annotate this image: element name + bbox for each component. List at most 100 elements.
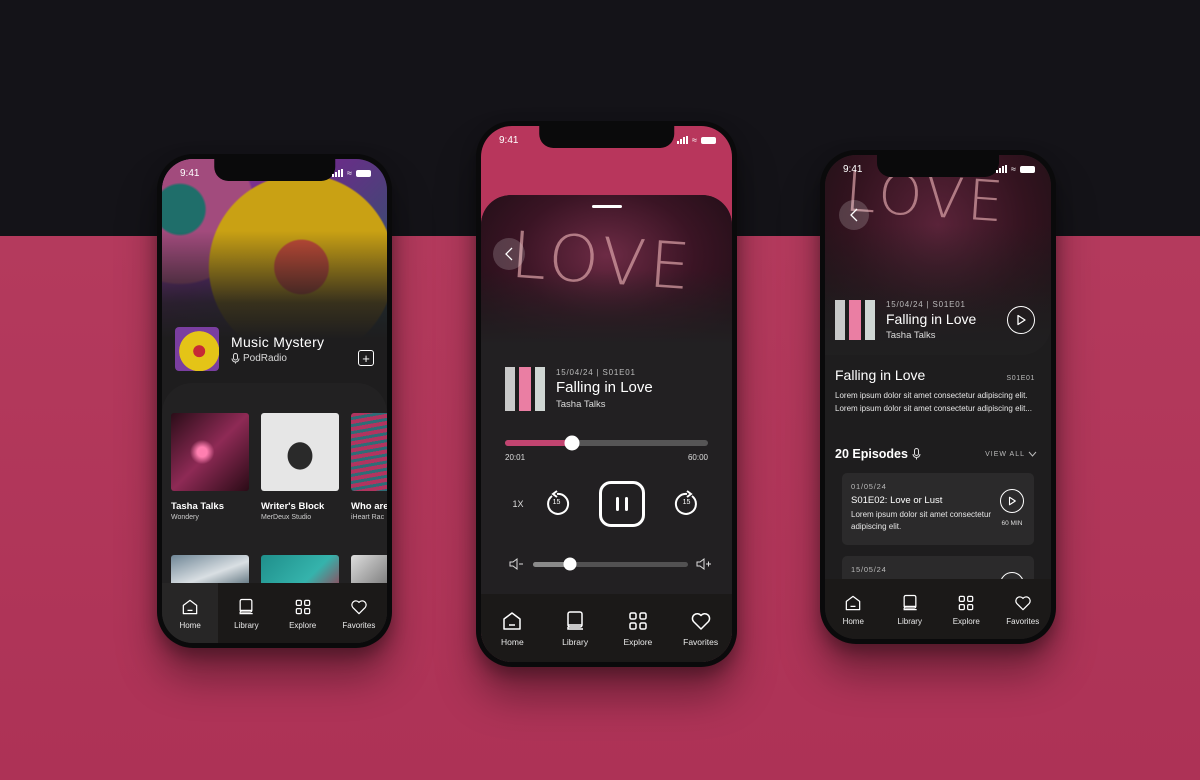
now-playing-card[interactable]: 15/04/24 | S01E01 Falling in Love Tasha …: [825, 285, 1051, 355]
signal-icon: [677, 136, 689, 144]
view-all-label: VIEW ALL: [985, 450, 1025, 458]
wifi-icon: ≈: [347, 168, 352, 178]
nav-explore-label: Explore: [952, 616, 980, 626]
add-button[interactable]: +: [358, 350, 374, 366]
explore-icon: [629, 612, 647, 630]
signal-icon: [996, 165, 1008, 173]
library-icon: [903, 594, 917, 610]
episode-play-button[interactable]: [1000, 489, 1024, 513]
episode-meta: 15/04/24 | S01E01: [556, 368, 636, 377]
nav-library[interactable]: Library: [218, 583, 274, 643]
episode-description: Lorem ipsum dolor sit amet consectetur a…: [835, 391, 1032, 413]
nav-explore[interactable]: Explore: [938, 579, 995, 639]
forward-15-button[interactable]: 15: [673, 490, 701, 518]
nav-library[interactable]: Library: [882, 579, 939, 639]
volume-control: [509, 557, 712, 571]
nav-explore[interactable]: Explore: [275, 583, 331, 643]
explore-icon: [295, 599, 310, 614]
podcast-title: Tasha Talks: [171, 501, 224, 512]
podcast-cover: [261, 413, 339, 491]
status-time: 9:41: [843, 163, 863, 175]
podcast-card[interactable]: Tasha Talks Wondery: [171, 413, 249, 521]
drag-handle[interactable]: [591, 205, 622, 208]
episode-list-desc: Lorem ipsum dolor sit amet consectetur a…: [851, 510, 992, 531]
status-bar: 9:41 ≈: [162, 159, 387, 185]
wifi-icon: ≈: [692, 135, 697, 145]
favorites-icon: [351, 599, 367, 614]
home-icon: [845, 595, 861, 610]
plus-icon: +: [362, 350, 370, 366]
episode-date: 01/05/24: [851, 482, 887, 491]
episode-code: S01E01: [1006, 375, 1035, 382]
nav-library-label: Library: [562, 637, 589, 647]
back-button[interactable]: [839, 200, 869, 230]
nav-library[interactable]: Library: [544, 594, 607, 662]
home-icon: [182, 599, 198, 614]
nav-explore-label: Explore: [623, 637, 653, 647]
progress-knob[interactable]: [564, 435, 580, 451]
episode-show: Tasha Talks: [556, 399, 606, 410]
episode-thumbnail: [505, 367, 545, 411]
episode-title: Falling in Love: [556, 379, 653, 396]
current-time: 20:01: [505, 453, 526, 462]
play-button[interactable]: [1007, 306, 1035, 334]
battery-icon: [1020, 165, 1035, 173]
phone-home: 9:41 ≈ Music Mystery PodRadio + Tasha Ta…: [157, 154, 392, 648]
featured-podcast[interactable]: Music Mystery PodRadio +: [175, 324, 374, 374]
favorites-icon: [1015, 595, 1031, 610]
podcast-cover: [171, 413, 249, 491]
now-playing-info: 15/04/24 | S01E01 Falling in Love Tasha …: [505, 367, 653, 411]
featured-thumbnail: [175, 327, 219, 371]
rewind-15-button[interactable]: 15: [543, 490, 571, 518]
episode-date: 15/05/24: [851, 565, 887, 574]
episodes-count: 20 Episodes: [835, 447, 908, 461]
view-all-link[interactable]: VIEW ALL: [985, 451, 1037, 458]
nav-home[interactable]: Home: [481, 594, 544, 662]
volume-up-icon: [696, 558, 711, 570]
player-screen: 9:41 ≈ LOVE 15/04/24 | S01E01 Falling in…: [481, 126, 732, 662]
episode-details: Falling in Love S01E01 Lorem ipsum dolor…: [835, 367, 1035, 415]
detail-title: Falling in Love: [835, 367, 926, 383]
nav-favorites[interactable]: Favorites: [331, 583, 387, 643]
signal-icon: [332, 169, 344, 177]
nav-home[interactable]: Home: [825, 579, 882, 639]
home-icon: [503, 612, 522, 630]
podcast-card[interactable]: Writer's Block MerDeux Studio: [261, 413, 339, 521]
podcast-card[interactable]: Who are iHeart Rac: [351, 413, 387, 521]
podcast-carousel[interactable]: Tasha Talks Wondery Writer's Block MerDe…: [171, 413, 387, 521]
volume-knob[interactable]: [563, 557, 577, 571]
back-button[interactable]: [493, 238, 525, 270]
forward-seconds: 15: [682, 499, 691, 506]
nav-home-label: Home: [842, 616, 864, 626]
podcast-publisher: MerDeux Studio: [261, 514, 312, 521]
battery-icon: [356, 169, 371, 177]
playback-controls: 1X 15 15: [481, 481, 732, 527]
featured-title: Music Mystery: [231, 334, 325, 350]
chevron-left-icon: [850, 208, 858, 222]
episode-list-item[interactable]: 01/05/24 S01E02: Love or Lust Lorem ipsu…: [842, 473, 1034, 545]
episode-hero-image: LOVE: [481, 195, 732, 345]
player-sheet: LOVE 15/04/24 | S01E01 Falling in Love T…: [481, 195, 732, 662]
nav-home[interactable]: Home: [162, 583, 219, 643]
podcast-title: Writer's Block: [261, 501, 325, 512]
volume-slider[interactable]: [533, 557, 688, 571]
nav-home-label: Home: [179, 620, 201, 630]
featured-hero-image: [162, 159, 387, 339]
featured-publisher: PodRadio: [243, 353, 287, 364]
progress-slider[interactable]: [505, 435, 708, 451]
nav-explore[interactable]: Explore: [607, 594, 670, 662]
pause-button[interactable]: [598, 481, 645, 527]
play-icon: [1017, 314, 1026, 326]
nav-explore-label: Explore: [289, 620, 317, 630]
rewind-seconds: 15: [552, 499, 561, 506]
episodes-header: 20 Episodes VIEW ALL: [835, 447, 1037, 461]
podcast-publisher: Wondery: [171, 514, 199, 521]
status-bar: 9:41 ≈: [481, 126, 732, 152]
nav-favorites[interactable]: Favorites: [669, 594, 732, 662]
bottom-navbar: Home Library Explore Favorites: [825, 579, 1051, 639]
speed-button[interactable]: 1X: [513, 499, 533, 509]
favorites-icon: [691, 613, 710, 630]
nav-favorites[interactable]: Favorites: [995, 579, 1052, 639]
status-time: 9:41: [499, 134, 519, 146]
phone-detail: 9:41 ≈ LOVE 15/04/24 | S01E01 Falling in…: [820, 150, 1056, 644]
